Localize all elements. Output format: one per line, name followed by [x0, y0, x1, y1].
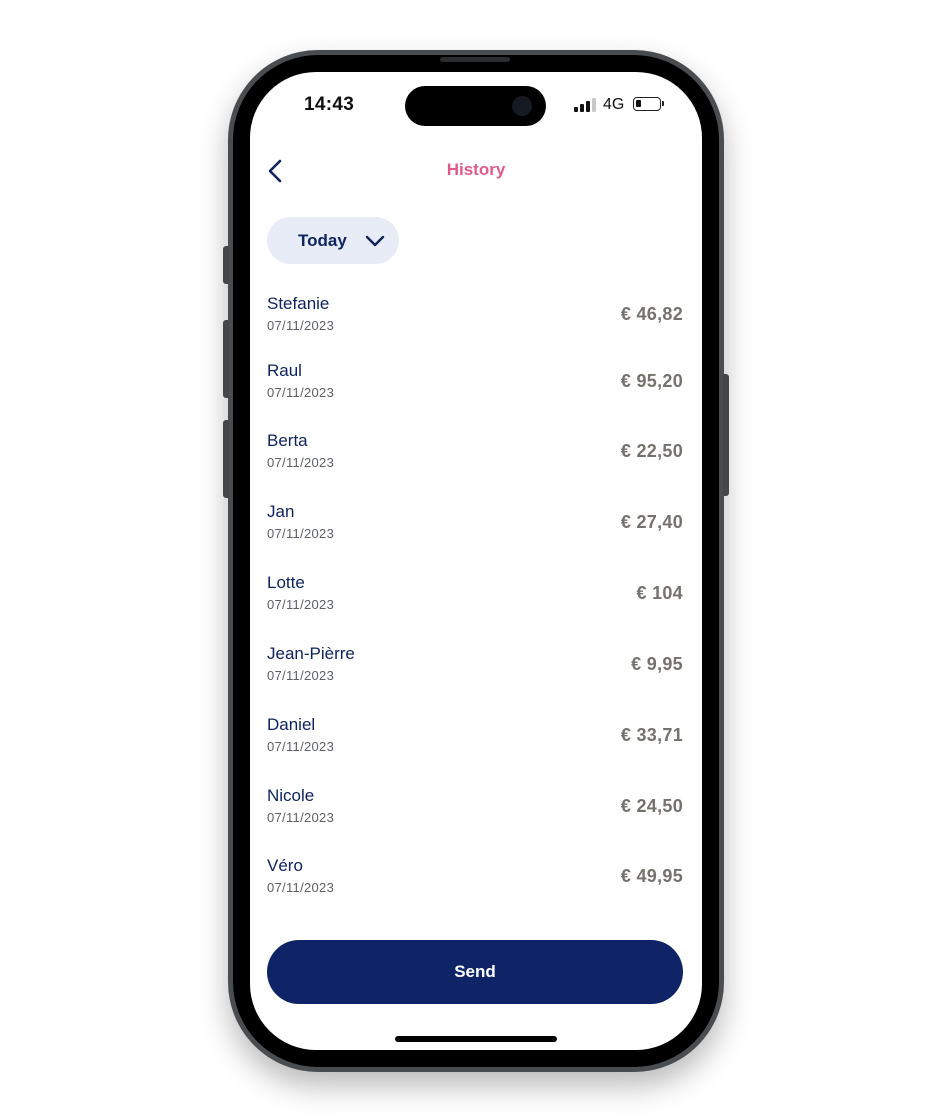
transaction-date: 07/11/2023 [267, 597, 335, 612]
transaction-date: 07/11/2023 [267, 455, 335, 470]
transaction-row[interactable]: Raul 07/11/2023 € 95,20 [267, 361, 683, 411]
send-button[interactable]: Send [267, 940, 683, 1004]
transaction-list: Stefanie 07/11/2023 € 46,82 Raul 07/11/2023 €… [250, 72, 702, 1050]
transaction-amount: € 9,95 [631, 654, 683, 674]
transaction-date: 07/11/2023 [267, 739, 335, 754]
transaction-amount: € 27,40 [620, 512, 683, 532]
transaction-row[interactable]: Daniel 07/11/2023 € 33,71 [267, 715, 683, 765]
transaction-amount: € 22,50 [620, 441, 683, 461]
action-button [223, 246, 229, 284]
transaction-amount: € 33,71 [620, 725, 683, 745]
earpiece-speaker [440, 57, 510, 62]
transaction-row[interactable]: Jan 07/11/2023 € 27,40 [267, 502, 683, 552]
transaction-row[interactable]: Berta 07/11/2023 € 22,50 [267, 431, 683, 481]
transaction-row[interactable]: Lotte 07/11/2023 € 104 [267, 573, 683, 623]
transaction-date: 07/11/2023 [267, 318, 335, 333]
home-indicator[interactable] [395, 1036, 557, 1042]
transaction-name: Lotte [267, 573, 305, 592]
transaction-row[interactable]: Stefanie 07/11/2023 € 46,82 [267, 294, 683, 344]
transaction-amount: € 95,20 [620, 371, 683, 391]
transaction-date: 07/11/2023 [267, 880, 335, 895]
transaction-name: Stefanie [267, 294, 330, 313]
transaction-row[interactable]: Véro 07/11/2023 € 49,95 [267, 856, 683, 906]
transaction-name: Berta [267, 431, 308, 450]
transaction-date: 07/11/2023 [267, 526, 335, 541]
volume-down-button [223, 420, 229, 498]
volume-up-button [223, 320, 229, 398]
transaction-amount: € 46,82 [620, 304, 683, 324]
transaction-name: Nicole [267, 786, 315, 805]
transaction-date: 07/11/2023 [267, 810, 335, 825]
transaction-name: Daniel [267, 715, 316, 734]
power-button [723, 374, 729, 496]
transaction-amount: € 24,50 [620, 796, 683, 816]
transaction-row[interactable]: Jean-Pièrre 07/11/2023 € 9,95 [267, 644, 683, 694]
transaction-amount: € 104 [636, 583, 683, 603]
transaction-date: 07/11/2023 [267, 668, 335, 683]
transaction-name: Véro [267, 856, 303, 875]
transaction-date: 07/11/2023 [267, 385, 335, 400]
transaction-name: Jan [267, 502, 295, 521]
transaction-amount: € 49,95 [620, 866, 683, 886]
phone-screen: 14:43 4G History Today Stefanie 07/11/202… [250, 72, 702, 1050]
transaction-name: Jean-Pièrre [267, 644, 355, 663]
transaction-name: Raul [267, 361, 302, 380]
transaction-row[interactable]: Nicole 07/11/2023 € 24,50 [267, 786, 683, 836]
